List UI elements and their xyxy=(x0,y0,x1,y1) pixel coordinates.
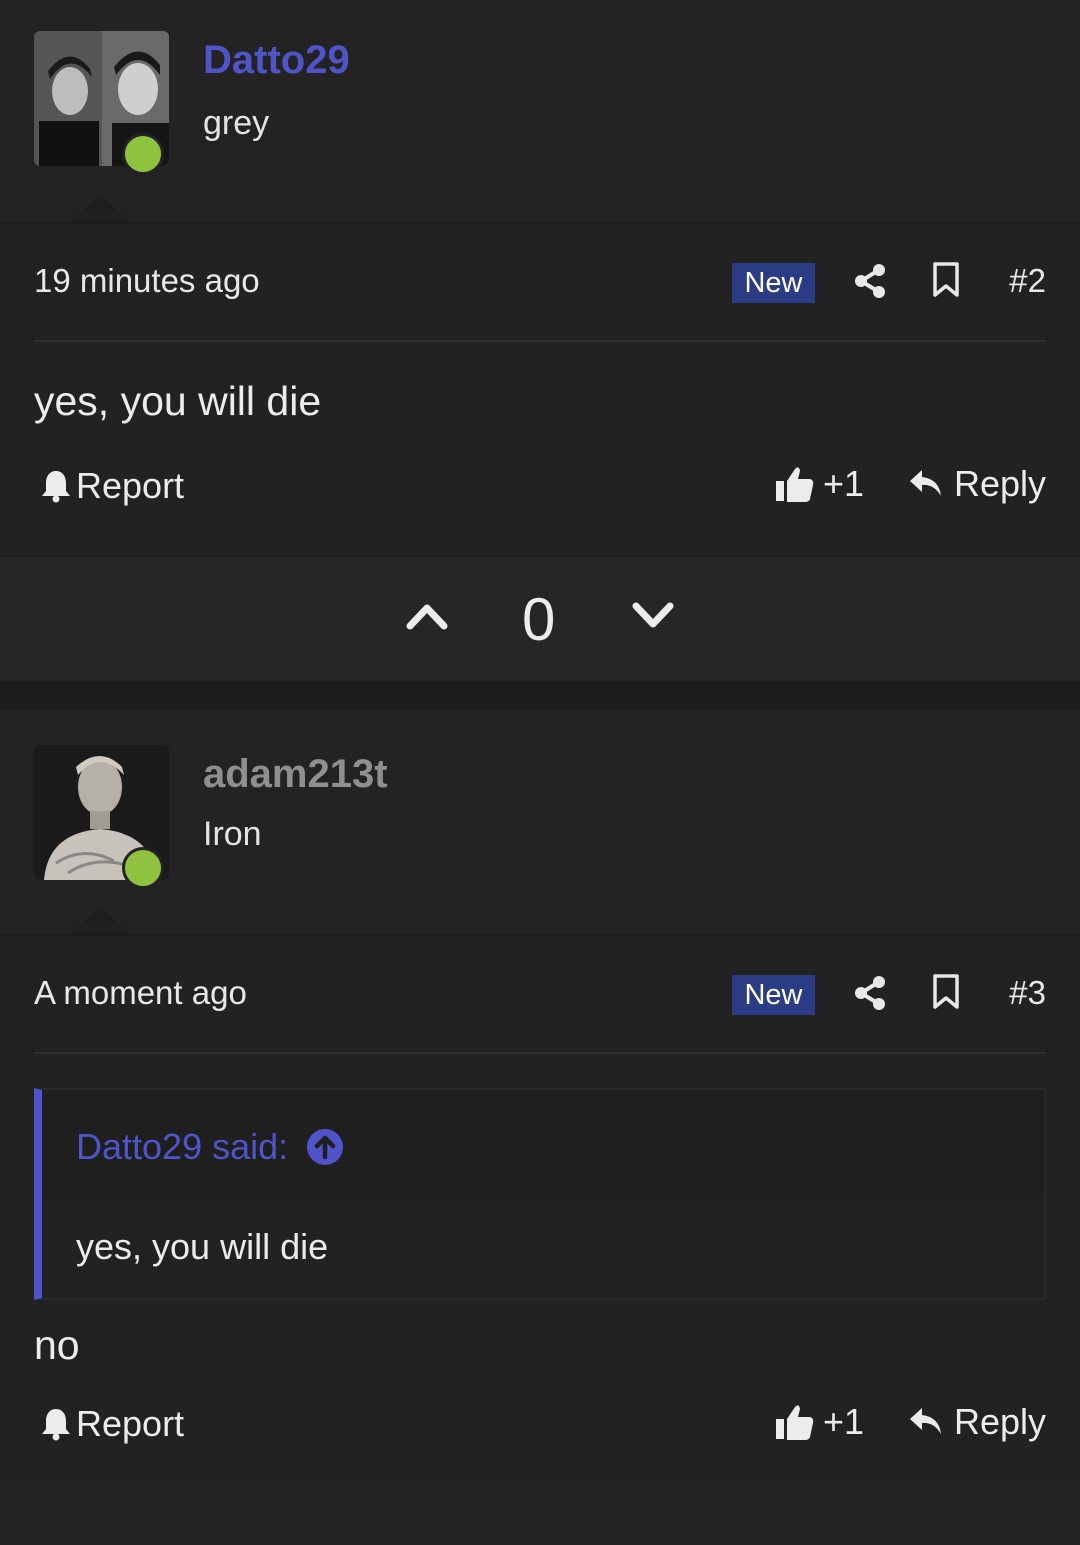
quote-author-link[interactable]: Datto29 said: xyxy=(76,1126,344,1168)
post-message: no xyxy=(34,1322,80,1368)
post-separator xyxy=(0,681,1080,709)
timestamp[interactable]: 19 minutes ago xyxy=(34,262,260,300)
reply-label: Reply xyxy=(953,463,1046,504)
post-actions: Report +1 Reply xyxy=(34,1369,1046,1479)
post-meta: 19 minutes ago New #2 xyxy=(34,224,1046,342)
callout-notch xyxy=(68,907,132,935)
report-label: Report xyxy=(76,465,185,506)
share-icon[interactable] xyxy=(854,263,886,299)
new-badge: New xyxy=(732,975,815,1015)
vote-count: 0 xyxy=(522,586,556,653)
reply-arrow-icon xyxy=(909,470,941,496)
post-number[interactable]: #3 xyxy=(1009,974,1046,1012)
timestamp[interactable]: A moment ago xyxy=(34,974,247,1012)
user-block: Datto29 grey xyxy=(0,0,1080,223)
like-label: +1 xyxy=(822,1401,864,1442)
post-actions: Report +1 Reply xyxy=(34,425,1046,555)
arrow-up-circle-icon[interactable] xyxy=(306,1128,344,1166)
post-2: Datto29 grey 19 minutes ago New #2 yes, … xyxy=(0,0,1080,681)
quote-author: Datto29 said: xyxy=(76,1126,289,1167)
reply-label: Reply xyxy=(953,1401,1046,1442)
post-message: yes, you will die xyxy=(34,378,322,424)
reply-button[interactable]: Reply xyxy=(908,463,1046,505)
post-body: A moment ago New #3 Datto29 said: yes, y… xyxy=(0,934,1080,1479)
avatar[interactable] xyxy=(34,745,169,889)
user-block: adam213t Iron xyxy=(0,709,1080,935)
avatar[interactable] xyxy=(34,31,169,175)
bookmark-icon[interactable] xyxy=(932,262,960,298)
share-icon[interactable] xyxy=(854,975,886,1011)
like-button[interactable]: +1 xyxy=(775,463,864,505)
quote-header: Datto29 said: xyxy=(42,1090,1044,1198)
chevron-up-icon[interactable] xyxy=(406,600,448,632)
chevron-down-icon[interactable] xyxy=(632,600,674,632)
bell-icon xyxy=(42,1409,70,1441)
post-body: 19 minutes ago New #2 yes, you will die xyxy=(0,222,1080,555)
user-title: Iron xyxy=(203,815,262,853)
report-label: Report xyxy=(76,1403,185,1444)
online-status-indicator xyxy=(122,847,164,889)
post-meta: A moment ago New #3 xyxy=(34,936,1046,1054)
thumbs-up-icon xyxy=(775,467,814,502)
quote-text: yes, you will die xyxy=(42,1198,1044,1298)
user-title: grey xyxy=(203,104,270,142)
post-number[interactable]: #2 xyxy=(1009,262,1046,300)
username[interactable]: Datto29 xyxy=(203,38,350,83)
reply-arrow-icon xyxy=(909,1408,941,1434)
thumbs-up-icon xyxy=(775,1405,814,1440)
bookmark-icon[interactable] xyxy=(932,974,960,1010)
post-3: adam213t Iron A moment ago New #3 Datto2… xyxy=(0,709,1080,1479)
like-button[interactable]: +1 xyxy=(775,1401,864,1443)
username[interactable]: adam213t xyxy=(203,752,388,797)
quote-block: Datto29 said: yes, you will die xyxy=(34,1088,1046,1300)
report-button[interactable]: Report xyxy=(40,465,184,507)
report-button[interactable]: Report xyxy=(40,1403,184,1445)
bell-icon xyxy=(42,471,70,503)
reply-button[interactable]: Reply xyxy=(908,1401,1046,1443)
like-label: +1 xyxy=(822,463,864,504)
callout-notch xyxy=(68,195,132,223)
new-badge: New xyxy=(732,263,815,303)
vote-bar: 0 xyxy=(0,555,1080,681)
online-status-indicator xyxy=(122,133,164,175)
